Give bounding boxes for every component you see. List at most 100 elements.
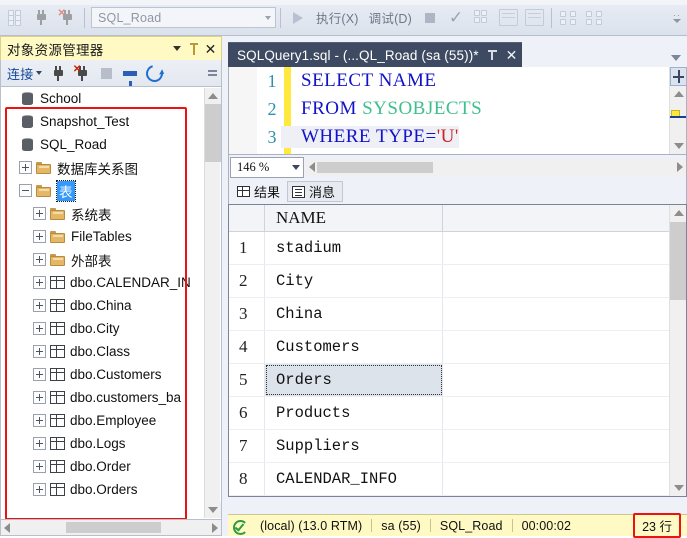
expand-icon[interactable] [33,460,46,473]
row-number[interactable]: 3 [229,298,265,330]
table-row[interactable]: 5 Orders [229,364,686,397]
expand-icon[interactable] [33,253,46,266]
pin-icon[interactable] [486,48,500,62]
tree-item[interactable]: dbo.Employee [1,409,205,432]
row-number[interactable]: 1 [229,232,265,264]
table-row[interactable]: 6 Products [229,397,686,430]
expand-icon[interactable] [33,437,46,450]
execute-button[interactable]: 执行(X) [311,8,364,27]
row-number[interactable]: 6 [229,397,265,429]
cell-name[interactable]: CALENDAR_INFO [265,463,443,495]
include-actual-plan-button[interactable] [556,5,582,31]
cell-name[interactable]: Products [265,397,443,429]
column-header-name[interactable]: NAME [265,205,443,231]
filter-icon[interactable] [118,62,142,87]
results-tab[interactable]: 消息 [287,181,344,202]
grid-scroll-thumb[interactable] [670,222,686,300]
cell-name[interactable]: City [265,265,443,297]
row-number[interactable]: 8 [229,463,265,495]
execute-run-icon[interactable] [285,5,311,31]
tree-item[interactable]: 数据库关系图 [1,156,205,179]
tree-item[interactable]: Snapshot_Test [1,110,205,133]
editor-horizontal-scrollbar[interactable] [306,158,686,176]
tree-item[interactable]: SQL_Road [1,133,205,156]
tree-hscroll-thumb[interactable] [66,522,161,533]
cell-name[interactable]: Orders [265,364,443,396]
panel-menu-button[interactable] [168,40,185,58]
disconnect-icon[interactable]: ✕ [70,62,94,84]
grid-vertical-scrollbar[interactable] [669,205,686,496]
expand-icon[interactable] [33,483,46,496]
tree-item[interactable]: dbo.Class [1,340,205,363]
grid-scroll-down-button[interactable] [670,480,686,496]
refresh-icon[interactable] [142,61,167,85]
tab-list-chevron-down-icon[interactable] [671,55,681,61]
expand-icon[interactable] [33,230,46,243]
table-row[interactable]: 1 stadium [229,232,686,265]
expand-icon[interactable] [19,161,32,174]
results-tab[interactable]: 结果 [233,181,287,202]
tree-item[interactable]: dbo.CALENDAR_IN [1,271,205,294]
tree-item[interactable]: 表 [1,179,205,202]
tree-item[interactable]: dbo.China [1,294,205,317]
display-estimated-plan-button[interactable] [469,5,495,31]
connect-icon[interactable] [46,62,70,84]
editor-hscroll-thumb[interactable] [317,161,433,173]
database-combo[interactable]: SQL_Road [91,7,276,28]
tree-item[interactable]: dbo.Orders [1,478,205,501]
expand-icon[interactable] [33,391,46,404]
code-line[interactable]: 1 SELECT NAME [229,67,686,95]
pin-button[interactable] [185,40,202,58]
toolbar-grip-icon[interactable] [208,70,219,76]
grid-scroll-up-button[interactable] [670,205,686,221]
expand-icon[interactable] [33,414,46,427]
row-number[interactable]: 7 [229,430,265,462]
tree-item[interactable]: dbo.Order [1,455,205,478]
expand-icon[interactable] [33,207,46,220]
row-number[interactable]: 5 [229,364,265,396]
tab-sqlquery1[interactable]: SQLQuery1.sql - (...QL_Road (sa (55))* ✕ [228,42,523,67]
tree-scroll-thumb[interactable] [205,104,221,162]
scroll-right-button[interactable] [677,162,683,172]
object-explorer-tree[interactable]: School Snapshot_Test SQL_Road 数据库关系图表系统表 Fil… [1,87,205,519]
tree-item[interactable]: dbo.City [1,317,205,340]
grid-corner-cell[interactable] [229,205,265,231]
stop-button[interactable] [417,5,443,31]
disconnect-plug-icon[interactable]: ✕ [54,5,80,31]
editor-split-icon[interactable] [670,67,686,86]
connect-plug-icon[interactable] [28,5,54,31]
tree-item[interactable]: dbo.customers_ba [1,386,205,409]
tree-item[interactable]: 外部表 [1,248,205,271]
stop-icon[interactable] [94,62,118,84]
sql-code-editor[interactable]: 1 SELECT NAME 2 FROM SYSOBJECTS 3 WHERE TYPE=… [228,67,687,155]
table-row[interactable]: 4 Customers [229,331,686,364]
code-line[interactable]: 2 FROM SYSOBJECTS [229,95,686,123]
expand-icon[interactable] [33,368,46,381]
scroll-left-button[interactable] [309,162,315,172]
tree-item[interactable]: 系统表 [1,202,205,225]
expand-icon[interactable] [33,322,46,335]
tree-item[interactable]: FileTables [1,225,205,248]
tree-horizontal-scrollbar[interactable] [0,520,222,536]
editor-scroll-down-button[interactable] [670,138,686,154]
results-grid[interactable]: NAME 1 stadium 2 City 3 China 4 Customers 5 Order… [228,204,687,497]
cell-name[interactable]: stadium [265,232,443,264]
tree-vertical-scrollbar[interactable] [204,88,221,518]
connect-dropdown-button[interactable]: 连接 [3,62,46,84]
tree-item[interactable]: dbo.Logs [1,432,205,455]
table-row[interactable]: 3 China [229,298,686,331]
table-row[interactable]: 8 CALENDAR_INFO [229,463,686,496]
table-row[interactable]: 7 Suppliers [229,430,686,463]
toolbar-overflow-icon[interactable]: ·· [669,11,685,23]
row-number[interactable]: 4 [229,331,265,363]
debug-button[interactable]: 调试(D) [364,8,417,27]
collapse-icon[interactable] [19,184,32,197]
scroll-down-button[interactable] [205,502,221,518]
expand-icon[interactable] [33,299,46,312]
table-row[interactable]: 2 City [229,265,686,298]
results-to-text-button[interactable] [495,5,521,31]
client-statistics-button[interactable] [582,5,608,31]
tree-item[interactable]: dbo.Customers [1,363,205,386]
scroll-up-button[interactable] [205,88,221,104]
editor-scroll-up-button[interactable] [670,86,686,102]
